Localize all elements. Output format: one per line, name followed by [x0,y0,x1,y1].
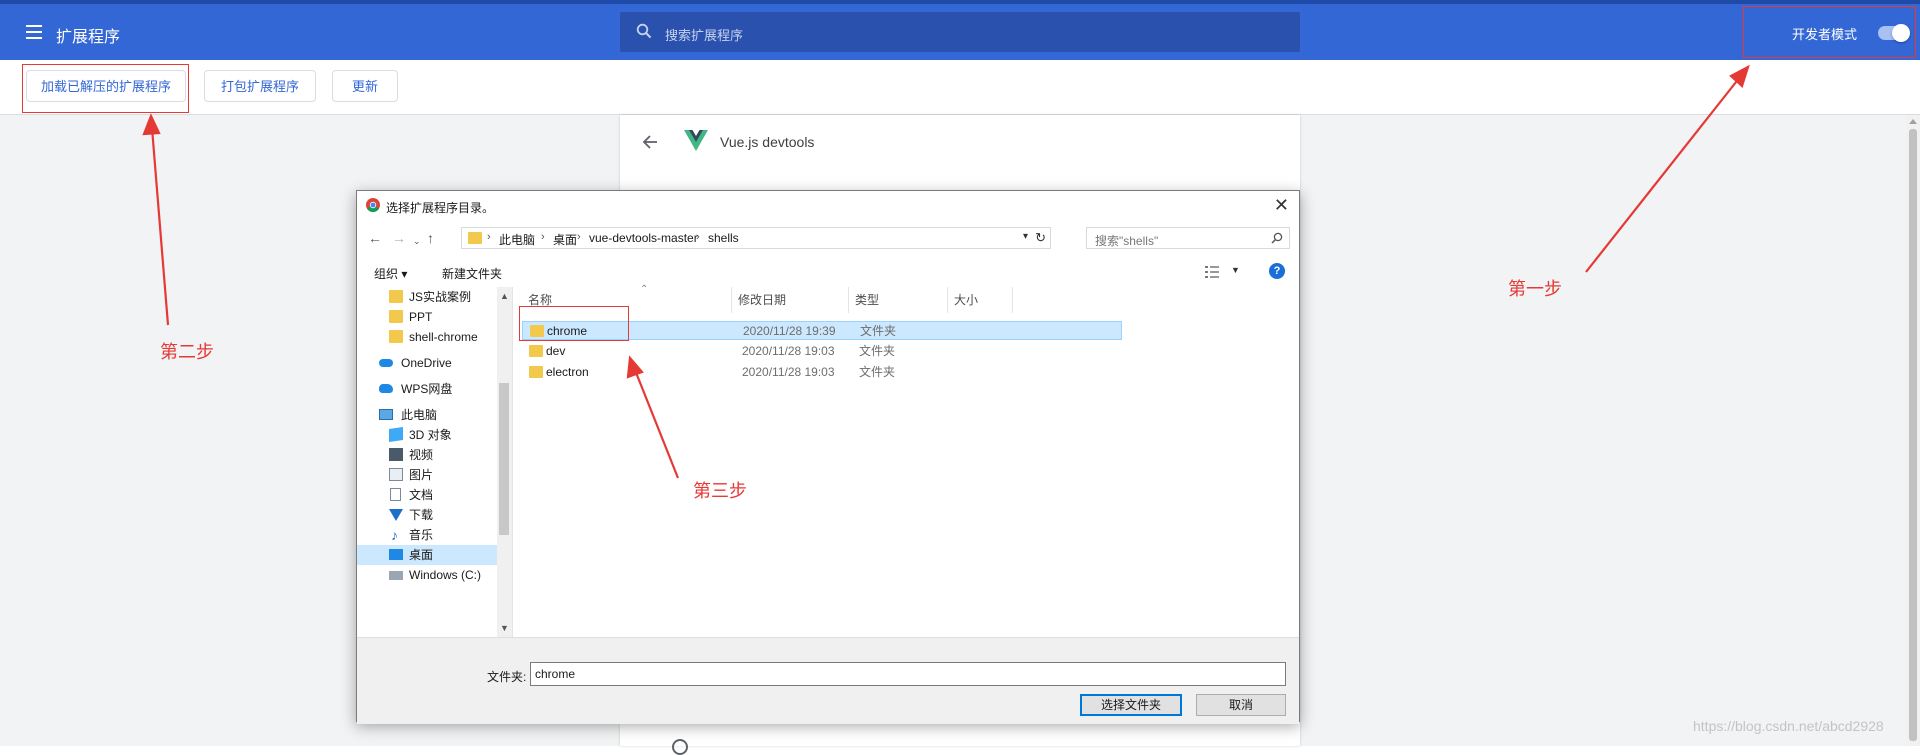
cancel-button[interactable]: 取消 [1196,694,1286,716]
address-row: ← → ⌄ ↑ › 此电脑 › 桌面 › vue-devtools-master… [357,221,1299,257]
pack-extension-button[interactable]: 打包扩展程序 [204,70,316,102]
annotation-box-load-unpacked [22,64,189,113]
dialog-title: 选择扩展程序目录。 [386,201,495,215]
command-bar: 组织 ▾ 新建文件夹 ▼ ? [357,257,1299,287]
search-icon [1271,232,1283,244]
pane-divider[interactable] [512,287,513,637]
breadcrumb-item[interactable]: 桌面 [553,231,577,248]
select-folder-button[interactable]: 选择文件夹 [1080,694,1182,716]
annotation-step-3: 第三步 [693,481,747,501]
annotation-box-chrome-folder [519,306,629,341]
nav-item-music[interactable]: ♪ 音乐 [357,525,497,545]
search-extensions-input[interactable]: 搜索扩展程序 [620,12,1300,52]
drive-icon [389,571,403,580]
chevron-down-icon[interactable]: ▾ [1023,231,1028,242]
folder-name-input[interactable]: chrome [530,662,1286,686]
computer-icon [379,409,393,420]
folder-icon [389,290,403,303]
nav-item-wps[interactable]: WPS网盘 [357,379,497,399]
help-icon[interactable]: ? [1269,263,1285,279]
column-size[interactable]: 大小 [948,287,1013,313]
folder-icon [389,310,403,323]
wps-cloud-icon [379,384,393,393]
annotation-step-1: 第一步 [1508,279,1562,299]
breadcrumb-item[interactable]: vue-devtools-master [589,231,698,245]
refresh-icon[interactable]: ↻ [1035,230,1046,246]
onedrive-icon [379,359,393,367]
annotation-step-2: 第二步 [160,342,214,362]
pictures-icon [389,468,403,481]
desktop-icon [389,549,403,560]
folder-icon [529,366,543,378]
nav-item-shell-chrome[interactable]: shell-chrome [357,327,497,347]
extensions-toolbar: 加载已解压的扩展程序 打包扩展程序 更新 [0,60,1920,115]
close-icon[interactable]: ✕ [1274,194,1289,216]
page-scrollbar[interactable] [1906,115,1920,746]
search-placeholder: 搜索"shells" [1095,234,1159,248]
radio-icon[interactable] [672,739,688,755]
file-row-dev[interactable]: dev 2020/11/28 19:03 文件夹 [522,342,1122,361]
annotation-box-dev-mode [1743,6,1916,58]
search-icon [636,23,652,39]
nav-item-pictures[interactable]: 图片 [357,465,497,485]
chevron-down-icon: ▼ [500,623,509,633]
download-icon [389,509,403,521]
page-title: 扩展程序 [56,29,121,46]
back-arrow-icon[interactable] [642,135,658,149]
search-placeholder: 搜索扩展程序 [665,28,744,43]
folder-icon [529,345,543,357]
documents-icon [390,488,401,501]
vue-logo-icon [684,130,708,151]
select-folder-dialog: 选择扩展程序目录。 ✕ ← → ⌄ ↑ › 此电脑 › 桌面 › vue-dev… [356,190,1300,724]
watermark: https://blog.csdn.net/abcd2928 [1693,718,1884,734]
nav-item-drive-c[interactable]: Windows (C:) [357,565,497,585]
nav-item-videos[interactable]: 视频 [357,445,497,465]
nav-item-js[interactable]: JS实战案例 [357,287,497,307]
music-icon: ♪ [391,527,398,543]
folder-search-input[interactable]: 搜索"shells" [1086,227,1290,249]
breadcrumb-item[interactable]: shells [708,231,739,245]
forward-icon[interactable]: → [392,231,406,245]
nav-item-downloads[interactable]: 下载 [357,505,497,525]
chrome-icon [366,198,380,212]
hamburger-menu-icon[interactable] [26,25,42,39]
organize-button[interactable]: 组织 ▾ [374,265,407,282]
nav-item-desktop[interactable]: 桌面 [357,545,497,565]
back-icon[interactable]: ← [368,231,382,245]
folder-icon [468,232,482,244]
chevron-down-icon[interactable]: ▼ [1231,265,1240,275]
extensions-header: 扩展程序 搜索扩展程序 开发者模式 [0,0,1920,60]
nav-item-ppt[interactable]: PPT [357,307,497,327]
file-list: ⌃ 名称 修改日期 类型 大小 chrome 2020/11/28 19:39 … [514,284,1299,637]
address-bar[interactable]: › 此电脑 › 桌面 › vue-devtools-master › shell… [461,227,1051,249]
dialog-footer: 文件夹: chrome 选择文件夹 取消 [357,637,1299,724]
update-button[interactable]: 更新 [332,70,398,102]
folder-label: 文件夹: [487,670,527,684]
navigation-pane: JS实战案例 PPT shell-chrome OneDrive WPS网盘 此… [357,287,512,637]
recent-locations-icon[interactable]: ⌄ [413,234,421,248]
column-date[interactable]: 修改日期 [732,287,849,313]
file-row-electron[interactable]: electron 2020/11/28 19:03 文件夹 [522,363,1122,382]
nav-item-3d-objects[interactable]: 3D 对象 [357,425,497,445]
nav-scrollbar[interactable]: ▲ ▼ [497,287,512,637]
breadcrumb-item[interactable]: 此电脑 [499,231,535,248]
column-type[interactable]: 类型 [849,287,948,313]
video-icon [389,448,403,461]
nav-item-documents[interactable]: 文档 [357,485,497,505]
nav-item-this-pc[interactable]: 此电脑 [357,405,497,425]
3d-objects-icon [389,427,403,442]
dialog-titlebar: 选择扩展程序目录。 ✕ [357,191,1299,221]
chevron-up-icon: ▲ [500,291,509,301]
folder-icon [389,330,403,343]
extension-name: Vue.js devtools [720,134,815,150]
view-options-icon[interactable] [1204,265,1220,279]
nav-item-onedrive[interactable]: OneDrive [357,353,497,373]
new-folder-button[interactable]: 新建文件夹 [442,265,502,282]
up-folder-icon[interactable]: ↑ [427,231,434,245]
